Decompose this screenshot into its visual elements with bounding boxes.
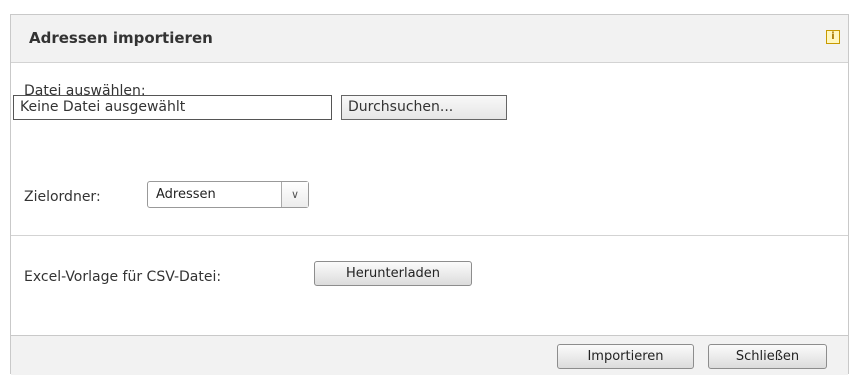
dialog-title: Adressen importieren bbox=[29, 29, 213, 47]
chevron-down-icon[interactable]: ∨ bbox=[281, 182, 308, 207]
browse-button[interactable]: Durchsuchen... bbox=[341, 95, 507, 120]
target-folder-select[interactable]: Adressen ∨ bbox=[147, 181, 309, 208]
file-path-field[interactable]: Keine Datei ausgewählt bbox=[13, 95, 332, 120]
excel-template-label: Excel-Vorlage für CSV-Datei: bbox=[24, 269, 222, 285]
download-template-button[interactable]: Herunterladen bbox=[314, 261, 472, 286]
dialog-footer: Importieren Schließen bbox=[11, 335, 848, 375]
target-folder-label: Zielordner: bbox=[24, 189, 101, 205]
section-divider bbox=[11, 235, 848, 236]
import-button[interactable]: Importieren bbox=[557, 344, 694, 369]
import-addresses-dialog: Adressen importieren i Datei auswählen: … bbox=[10, 14, 849, 375]
target-folder-selected-value: Adressen bbox=[156, 187, 216, 202]
close-button[interactable]: Schließen bbox=[708, 344, 827, 369]
dialog-titlebar: Adressen importieren i bbox=[11, 15, 848, 63]
info-icon[interactable]: i bbox=[826, 30, 840, 44]
